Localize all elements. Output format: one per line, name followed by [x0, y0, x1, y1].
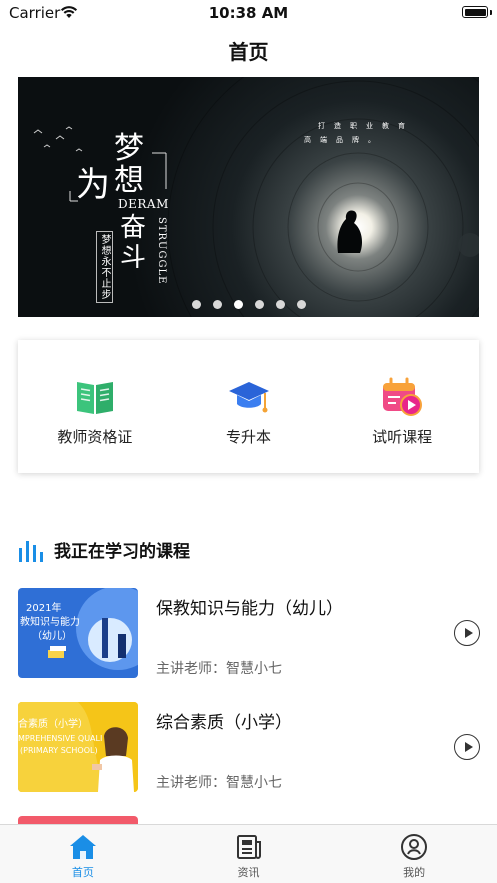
- tab-bar: 首页 资讯 我的: [0, 824, 497, 883]
- course-thumb-line-2: 教知识与能力: [20, 617, 80, 628]
- banner-dot[interactable]: [296, 300, 306, 309]
- quick-label-teacher-cert: 教师资格证: [57, 428, 133, 446]
- course-title: 保教知识与能力（幼儿）: [156, 599, 343, 619]
- banner-vertical-slogan: 梦想永不止步: [96, 231, 113, 303]
- course-item[interactable]: 合素质（小学） MPREHENSIVE QUALI (PRIMARY SCHOO…: [18, 702, 480, 792]
- course-thumbnail: 合素质（小学） MPREHENSIVE QUALI (PRIMARY SCHOO…: [18, 702, 138, 792]
- quick-label-upgrade: 专升本: [226, 428, 272, 446]
- promo-banner[interactable]: 为 梦想 DERAM 奋斗 STRUGGLE 梦想永不止步 打造职业教育 高端品…: [18, 77, 479, 317]
- play-button[interactable]: [454, 620, 480, 646]
- tab-label-profile: 我的: [403, 866, 426, 879]
- tab-news[interactable]: 资讯: [166, 825, 332, 883]
- banner-headline-wei: 为: [76, 165, 110, 205]
- course-teacher: 主讲老师：智慧小七: [156, 775, 282, 791]
- battery-tip: [490, 10, 492, 15]
- book-icon: [76, 382, 113, 414]
- quick-label-trial-course: 试听课程: [372, 428, 433, 446]
- course-item[interactable]: 2021年 教知识与能力 （幼儿） 保教知识与能力（幼儿） 主讲老师：智慧小七: [18, 588, 480, 678]
- section-title: 我正在学习的课程: [54, 542, 190, 562]
- banner-small-line-2: 高端品牌。: [304, 136, 384, 144]
- banner-page-indicator[interactable]: [18, 300, 479, 309]
- quick-menu-card: 教师资格证 专升本 试听课程: [18, 340, 479, 473]
- news-icon: [236, 835, 261, 859]
- course-thumb-line-1: 2021年: [26, 603, 62, 614]
- bar-chart-icon: [19, 540, 43, 562]
- banner-headline-fendou: 奋斗: [120, 213, 147, 273]
- status-bar: Carrier 10:38 AM: [0, 0, 497, 26]
- tab-label-news: 资讯: [237, 866, 260, 879]
- banner-dot[interactable]: [233, 300, 243, 309]
- course-title: 综合素质（小学）: [156, 713, 292, 733]
- banner-dot[interactable]: [275, 300, 285, 309]
- tab-profile[interactable]: 我的: [331, 825, 497, 883]
- course-thumb-line-3: (PRIMARY SCHOOL): [20, 746, 98, 755]
- course-teacher: 主讲老师：智慧小七: [156, 661, 282, 677]
- tab-home[interactable]: 首页: [0, 825, 166, 883]
- course-thumb-line-1: 合素质（小学）: [18, 719, 88, 730]
- tab-label-home: 首页: [71, 866, 94, 879]
- video-calendar-icon: [383, 377, 423, 416]
- quick-item-trial-course[interactable]: 试听课程: [325, 340, 479, 473]
- play-icon: [464, 742, 473, 752]
- status-time: 10:38 AM: [208, 4, 289, 22]
- battery-icon: [462, 6, 488, 18]
- banner-dot[interactable]: [191, 300, 201, 309]
- banner-dot[interactable]: [212, 300, 222, 309]
- section-header-learning: 我正在学习的课程: [18, 537, 190, 562]
- banner-headline-deram: DERAM: [118, 197, 169, 211]
- banner-headline-mengxiang: 梦想: [114, 131, 144, 198]
- profile-icon: [401, 834, 428, 860]
- play-button[interactable]: [454, 734, 480, 760]
- banner-dot[interactable]: [254, 300, 264, 309]
- course-thumbnail: 2021年 教知识与能力 （幼儿）: [18, 588, 138, 678]
- banner-headline-struggle: STRUGGLE: [156, 217, 167, 285]
- banner-small-line-1: 打造职业教育: [318, 122, 414, 130]
- page-title: 首页: [228, 40, 269, 64]
- quick-item-teacher-cert[interactable]: 教师资格证: [18, 340, 172, 473]
- play-icon: [464, 628, 473, 638]
- course-thumb-line-3: （幼儿）: [32, 631, 72, 642]
- home-icon: [69, 835, 96, 859]
- quick-item-upgrade[interactable]: 专升本: [172, 340, 326, 473]
- graduation-cap-icon: [228, 382, 269, 413]
